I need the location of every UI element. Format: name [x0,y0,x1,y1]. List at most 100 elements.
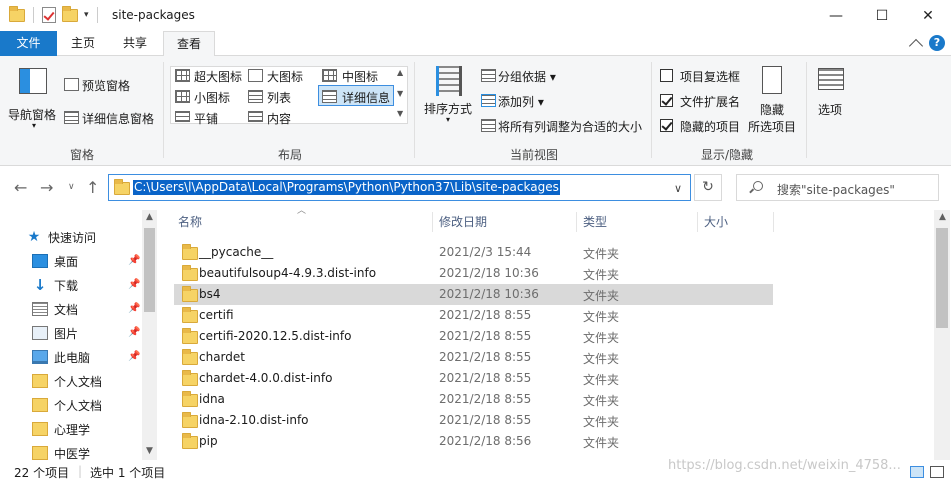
layout-expand-icon[interactable]: ▼ [397,109,403,118]
file-row[interactable]: chardet 2021/2/18 8:55 文件夹 [174,347,773,368]
chevron-down-icon[interactable]: ∨ [674,182,682,195]
item-checkboxes-checkbox[interactable] [660,69,673,82]
properties-icon[interactable] [42,7,56,23]
file-row[interactable]: idna-2.10.dist-info 2021/2/18 8:55 文件夹 [174,410,773,431]
layout-medium-icons[interactable]: 中图标 [342,68,378,85]
layout-content[interactable]: 内容 [267,110,291,127]
file-row[interactable]: chardet-4.0.0.dist-info 2021/2/18 8:55 文… [174,368,773,389]
folder-icon [9,5,25,22]
layout-extra-large-icons[interactable]: 超大图标 [194,68,242,85]
layout-scroll-up-icon[interactable]: ▲ [397,68,403,77]
file-type: 文件夹 [583,331,620,345]
scroll-up-icon[interactable]: ▲ [142,212,157,222]
scroll-up-icon[interactable]: ▲ [935,212,950,222]
size-columns-icon [481,119,496,132]
large-icons-icon [248,69,263,82]
tab-file[interactable]: 文件 [0,31,57,56]
nav-pane-button[interactable]: 导航窗格 ▾ [8,62,60,132]
add-column-icon [481,94,496,107]
refresh-button[interactable]: ↻ [694,174,722,201]
sort-by-button[interactable]: 排序方式 ▾ [422,62,474,136]
selected-count: 选中 1 个项目 [90,466,166,480]
details-pane-icon [64,111,79,124]
file-row[interactable]: __pycache__ 2021/2/3 15:44 文件夹 [174,242,773,263]
file-row[interactable]: certifi 2021/2/18 8:55 文件夹 [174,305,773,326]
nav-label: 文档 [54,302,79,317]
layout-scroll-down-icon[interactable]: ▼ [397,89,403,98]
group-divider [651,62,652,158]
column-header-type[interactable]: 类型 [583,210,607,234]
file-row[interactable]: certifi-2020.12.5.dist-info 2021/2/18 8:… [174,326,773,347]
column-header-size[interactable]: 大小 [704,210,728,234]
column-divider[interactable] [697,212,698,232]
up-arrow-icon[interactable]: ↑ [86,178,99,197]
hidden-items-label: 隐藏的项目 [680,120,741,134]
hide-selected-button[interactable]: 隐藏 所选项目 [744,62,800,138]
nav-label: 快速访问 [48,230,97,245]
file-type: 文件夹 [583,352,620,366]
layout-tiles[interactable]: 平铺 [194,110,218,127]
column-header-name[interactable]: 名称 [178,210,202,234]
file-date: 2021/2/18 8:55 [439,392,532,406]
layout-list[interactable]: 列表 [267,89,291,106]
folder-icon [32,374,48,388]
tab-home[interactable]: 主页 [59,31,107,56]
recent-locations-icon[interactable]: ∨ [68,182,75,192]
tab-share[interactable]: 共享 [111,31,159,56]
group-by-icon [481,69,496,82]
file-name: certifi-2020.12.5.dist-info [199,329,352,343]
options-button[interactable]: 选项 [810,62,850,138]
column-divider[interactable] [576,212,577,232]
help-icon[interactable]: ? [929,35,945,51]
back-arrow-icon[interactable]: ← [14,178,27,197]
large-icons-view-icon[interactable] [930,466,944,478]
folder-icon [182,307,198,323]
tab-view[interactable]: 查看 [163,31,215,57]
file-row[interactable]: beautifulsoup4-4.9.3.dist-info 2021/2/18… [174,263,773,284]
nav-scrollbar[interactable]: ▲ ▼ [142,210,157,460]
pin-icon: 📌 [128,279,141,290]
details-view-icon[interactable] [910,466,924,478]
watermark: https://blog.csdn.net/weixin_4758... [668,458,901,473]
address-bar[interactable]: C:\Users\l\AppData\Local\Programs\Python… [108,174,691,201]
file-date: 2021/2/3 15:44 [439,245,532,259]
forward-arrow-icon[interactable]: → [40,178,53,197]
collapse-ribbon-icon[interactable] [908,38,924,53]
toolbar-divider [33,7,34,23]
search-box[interactable]: 搜索"site-packages" [736,174,939,201]
file-extensions-checkbox[interactable] [660,94,673,107]
download-icon: ↓ [33,276,47,294]
folder-icon [182,370,198,386]
new-folder-icon[interactable] [62,5,78,22]
folder-icon [182,328,198,344]
file-row-selected[interactable]: bs4 2021/2/18 10:36 文件夹 [174,284,773,305]
customize-toolbar-icon[interactable]: ▾ [84,10,89,20]
scrollbar-thumb[interactable] [144,228,155,312]
column-header-date[interactable]: 修改日期 [439,210,487,234]
file-name: chardet-4.0.0.dist-info [199,371,333,385]
ribbon-tabs: 文件 主页 共享 查看 ? [0,31,951,57]
layout-large-icons[interactable]: 大图标 [267,68,303,85]
file-name: beautifulsoup4-4.9.3.dist-info [199,266,377,280]
file-row[interactable]: idna 2021/2/18 8:55 文件夹 [174,389,773,410]
file-date: 2021/2/18 10:36 [439,266,539,280]
column-divider[interactable] [432,212,433,232]
toolbar-divider [96,7,98,23]
maximize-button[interactable]: ☐ [859,0,905,31]
nav-label: 此电脑 [54,350,91,365]
file-name: bs4 [199,287,221,301]
address-path[interactable]: C:\Users\l\AppData\Local\Programs\Python… [133,180,560,195]
folder-icon [182,244,198,260]
scroll-down-icon[interactable]: ▼ [142,446,157,456]
title-bar: ▾ site-packages — ☐ ✕ [0,0,951,31]
close-button[interactable]: ✕ [905,0,951,31]
file-list-scrollbar[interactable]: ▲ [934,210,950,460]
minimize-button[interactable]: — [813,0,859,31]
file-row[interactable]: pip 2021/2/18 8:56 文件夹 [174,431,773,452]
scrollbar-thumb[interactable] [936,228,948,328]
hidden-items-checkbox[interactable] [660,119,673,132]
column-divider[interactable] [773,212,774,232]
desktop-icon [32,254,48,268]
layout-small-icons[interactable]: 小图标 [194,89,230,106]
layout-details[interactable]: 详细信息 [342,89,390,106]
